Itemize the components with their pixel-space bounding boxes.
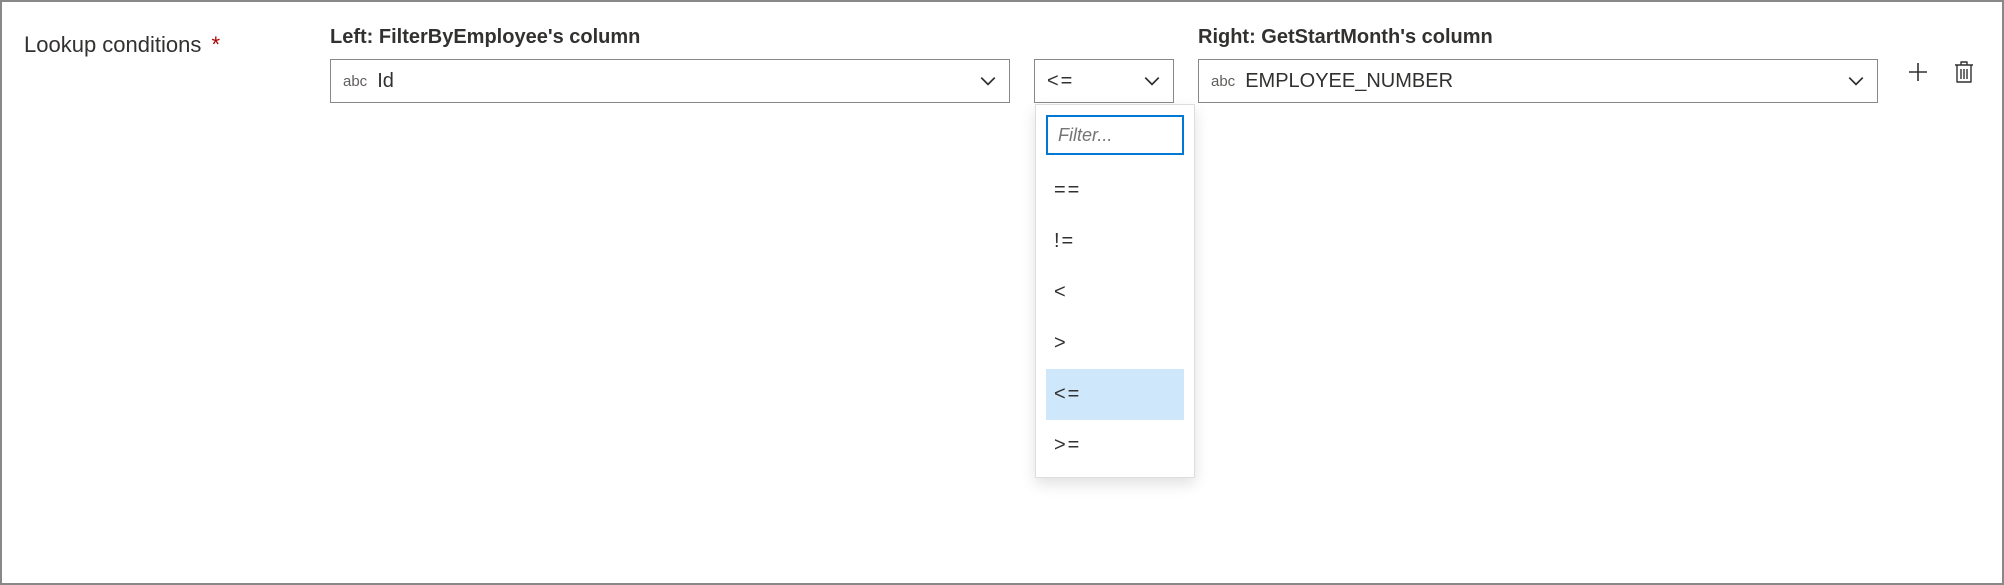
left-column-value: Id bbox=[377, 70, 969, 93]
trash-icon bbox=[1953, 60, 1975, 84]
right-column-select[interactable]: abc EMPLOYEE_NUMBER bbox=[1198, 59, 1878, 103]
right-type-badge: abc bbox=[1211, 73, 1235, 90]
left-column-field: Left: FilterByEmployee's column abc Id bbox=[330, 26, 1010, 103]
chevron-down-icon bbox=[979, 72, 997, 90]
operator-option[interactable]: > bbox=[1046, 318, 1184, 369]
chevron-down-icon bbox=[1143, 72, 1161, 90]
plus-icon bbox=[1906, 60, 1930, 84]
right-column-field: Right: GetStartMonth's column abc EMPLOY… bbox=[1198, 26, 1878, 103]
operator-filter-input[interactable] bbox=[1046, 115, 1184, 155]
chevron-down-icon bbox=[1847, 72, 1865, 90]
operator-option[interactable]: != bbox=[1046, 216, 1184, 267]
operator-option[interactable]: == bbox=[1046, 165, 1184, 216]
operator-header-spacer bbox=[1034, 26, 1174, 49]
condition-row: Lookup conditions * Left: FilterByEmploy… bbox=[24, 26, 1980, 103]
left-type-badge: abc bbox=[343, 73, 367, 90]
field-label-text: Lookup conditions bbox=[24, 32, 201, 57]
right-column-header: Right: GetStartMonth's column bbox=[1198, 26, 1878, 49]
add-condition-button[interactable] bbox=[1902, 56, 1934, 88]
operator-option[interactable]: < bbox=[1046, 267, 1184, 318]
left-column-header: Left: FilterByEmployee's column bbox=[330, 26, 1010, 49]
operator-option[interactable]: <= bbox=[1046, 369, 1184, 420]
left-column-select[interactable]: abc Id bbox=[330, 59, 1010, 103]
right-column-value: EMPLOYEE_NUMBER bbox=[1245, 70, 1837, 93]
operator-select[interactable]: <= == != < > <= >= bbox=[1034, 59, 1174, 103]
operator-dropdown: == != < > <= >= bbox=[1035, 104, 1195, 478]
lookup-conditions-panel: Lookup conditions * Left: FilterByEmploy… bbox=[0, 0, 2004, 585]
operator-option[interactable]: >= bbox=[1046, 420, 1184, 471]
required-marker: * bbox=[211, 32, 220, 57]
operator-field: <= == != < > <= >= bbox=[1034, 26, 1174, 103]
delete-condition-button[interactable] bbox=[1948, 56, 1980, 88]
field-label: Lookup conditions * bbox=[24, 26, 306, 58]
operator-value: <= bbox=[1047, 70, 1133, 93]
row-actions bbox=[1902, 56, 1980, 88]
